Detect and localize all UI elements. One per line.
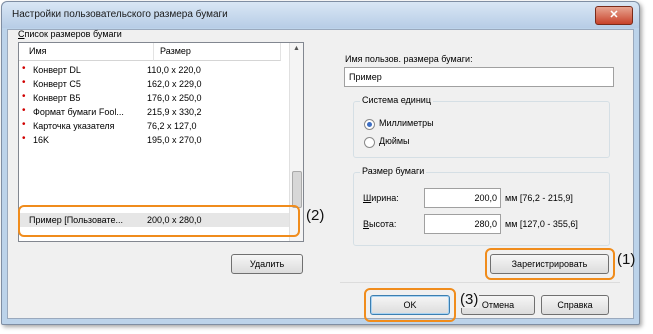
list-item-name: Формат бумаги Fool... [33,107,124,117]
title-bar[interactable]: Настройки пользовательского размера бума… [2,2,639,28]
list-item-size: 110,0 x 220,0 [147,65,201,75]
radio-millimeters-label[interactable]: Миллиметры [379,118,434,128]
units-group: Система единиц Миллиметры Дюймы [353,95,610,158]
list-item-size: 176,0 x 250,0 [147,93,202,103]
height-input[interactable]: 280,0 [424,214,501,234]
list-item-name: 16K [33,135,50,145]
callout-frame-register [485,248,615,280]
radio-millimeters[interactable] [364,119,375,130]
custom-name-label: Имя пользов. размера бумаги: [345,54,473,64]
height-range: мм [127,0 - 355,6] [505,219,578,229]
list-item[interactable]: • Формат бумаги Fool... 215,9 x 330,2 [19,105,289,119]
list-item-name: Конверт DL [33,65,81,75]
list-item-name: Конверт B5 [33,93,81,103]
width-input[interactable]: 200,0 [424,188,501,208]
radio-inches-label[interactable]: Дюймы [379,136,410,146]
custom-size-marker-icon: • [22,91,26,102]
delete-button[interactable]: Удалить [231,254,303,274]
scrollbar-thumb[interactable] [292,171,302,208]
list-item[interactable]: • 16K 195,0 x 270,0 [19,133,289,147]
paper-size-list-label: Список размеров бумаги [18,29,122,39]
scroll-up-arrow-icon[interactable]: ▲ [293,45,300,52]
footer-divider [340,282,620,283]
annotation-3: (3) [459,291,480,308]
callout-frame-selected-item [18,205,300,237]
custom-name-input[interactable]: Пример [344,67,614,87]
delete-button-label: Удалить [249,259,285,269]
custom-size-marker-icon: • [22,133,26,144]
window-title: Настройки пользовательского размера бума… [12,9,228,20]
list-item[interactable]: • Конверт C5 162,0 x 229,0 [19,77,289,91]
paper-size-group-title: Размер бумаги [360,166,427,176]
callout-frame-ok [364,288,456,322]
custom-size-marker-icon: • [22,105,26,116]
annotation-2: (2) [306,207,325,224]
width-label: Ширина: [363,193,399,203]
list-item-name: Карточка указателя [33,121,115,131]
custom-size-marker-icon: • [22,119,26,130]
custom-name-value: Пример [349,72,382,82]
help-button-label: Справка [557,300,593,310]
height-label: Высота: [363,219,397,229]
list-item[interactable]: • Конверт B5 176,0 x 250,0 [19,91,289,105]
list-item[interactable]: • Карточка указателя 76,2 x 127,0 [19,119,289,133]
list-item-size: 195,0 x 270,0 [147,135,202,145]
custom-size-marker-icon: • [22,77,26,88]
close-icon[interactable]: ✕ [595,6,633,25]
width-value: 200,0 [474,193,497,203]
custom-size-marker-icon: • [22,63,26,74]
annotation-1: (1) [617,251,636,268]
height-value: 280,0 [474,219,497,229]
units-group-title: Система единиц [360,95,433,105]
width-range: мм [76,2 - 215,9] [505,193,573,203]
list-item-size: 215,9 x 330,2 [147,107,202,117]
list-item[interactable]: • Конверт DL 110,0 x 220,0 [19,63,289,77]
radio-inches[interactable] [364,137,375,148]
cancel-button-label: Отмена [481,300,515,310]
paper-size-group: Размер бумаги Ширина: 200,0 мм [76,2 - 2… [353,166,610,246]
column-header-name[interactable]: Имя [19,43,154,61]
help-button[interactable]: Справка [541,295,609,315]
column-header-size[interactable]: Размер [154,43,281,61]
list-item-size: 76,2 x 127,0 [147,121,197,131]
list-item-size: 162,0 x 229,0 [147,79,202,89]
list-item-name: Конверт C5 [33,79,81,89]
